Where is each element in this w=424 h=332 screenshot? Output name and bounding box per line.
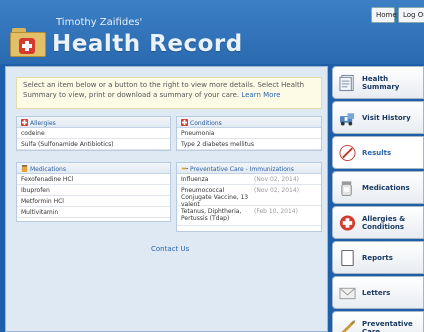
nav-label: Reports: [362, 254, 393, 262]
nav-label: Health Summary: [362, 75, 400, 91]
nav-preventative-care[interactable]: Preventative Care: [332, 311, 424, 332]
page-title: Health Record: [52, 31, 243, 57]
health-record-folder-icon: [10, 28, 46, 57]
immunization-date: (Nov 02, 2014): [254, 176, 300, 183]
list-item[interactable]: Multivitamin: [17, 207, 170, 218]
condition-icon: [181, 119, 188, 126]
intro-message: Select an item below or a button to the …: [16, 77, 322, 109]
preventive-care-box: Preventative Care - Immunizations Influe…: [176, 162, 322, 232]
summary-panel: Select an item below or a button to the …: [5, 66, 328, 332]
medications-title: Medications: [30, 166, 66, 173]
nav-label: Visit History: [362, 114, 411, 122]
list-item[interactable]: Influenza (Nov 02, 2014): [177, 174, 321, 185]
conditions-header[interactable]: Conditions: [177, 117, 321, 128]
pill-bottle-icon: [21, 165, 28, 172]
conditions-title: Conditions: [190, 120, 222, 127]
list-item[interactable]: Metformin HCl: [17, 196, 170, 207]
allergies-title: Allergies: [30, 120, 56, 127]
nav-results[interactable]: Results: [332, 136, 424, 169]
list-item[interactable]: Type 2 diabetes mellitus: [177, 139, 321, 150]
nav-label: Letters: [362, 289, 391, 297]
preventive-care-header[interactable]: Preventative Care - Immunizations: [177, 163, 321, 174]
record-owner-name: Timothy Zaifides': [56, 17, 143, 28]
nav-label: Allergies & Conditions: [362, 215, 406, 231]
allergies-box: Allergies codeine Sulfa (Sulfonamide Ant…: [16, 116, 171, 151]
immunization-name: Tetanus, Diphtheria, Pertussis (Tdap): [181, 208, 242, 222]
results-icon: [339, 144, 356, 162]
syringe-icon: [181, 167, 188, 170]
nav-label: Preventative Care: [362, 320, 413, 332]
nav-medications[interactable]: Medications: [332, 171, 424, 204]
home-button[interactable]: Home: [371, 7, 397, 23]
list-item[interactable]: Ibuprofen: [17, 185, 170, 196]
preventative-care-icon: [341, 320, 356, 332]
immunization-name: Influenza: [181, 176, 209, 183]
allergy-icon: [21, 119, 28, 126]
record-nav: Health Summary Visit History Results Med…: [332, 66, 424, 332]
list-item[interactable]: Fexofenadine HCl: [17, 174, 170, 185]
list-item[interactable]: Tetanus, Diphtheria, Pertussis (Tdap) (F…: [177, 206, 321, 226]
nav-health-summary[interactable]: Health Summary: [332, 66, 424, 99]
nav-reports[interactable]: Reports: [332, 241, 424, 274]
list-item[interactable]: Pneumonia: [177, 128, 321, 139]
nav-allergies-conditions[interactable]: Allergies & Conditions: [332, 206, 424, 239]
conditions-box: Conditions Pneumonia Type 2 diabetes mel…: [176, 116, 322, 151]
letters-icon: [339, 287, 356, 300]
list-item[interactable]: Sulfa (Sulfonamide Antibiotics): [17, 139, 170, 150]
immunization-date: (Feb 10, 2014): [254, 208, 298, 215]
nav-label: Medications: [362, 184, 410, 192]
logout-button[interactable]: Log Out: [398, 7, 424, 23]
list-item[interactable]: codeine: [17, 128, 170, 139]
nav-visit-history[interactable]: Visit History: [332, 101, 424, 134]
list-item[interactable]: Pneumococcal Conjugate Vaccine, 13 valen…: [177, 185, 321, 208]
preventive-care-title: Preventative Care - Immunizations: [190, 166, 294, 173]
nav-letters[interactable]: Letters: [332, 276, 424, 309]
reports-icon: [341, 249, 354, 267]
app-header: Timothy Zaifides' Health Record Home Log…: [0, 0, 424, 64]
medications-box: Medications Fexofenadine HCl Ibuprofen M…: [16, 162, 171, 222]
immunization-name: Pneumococcal Conjugate Vaccine, 13 valen…: [181, 187, 249, 208]
contact-us-link[interactable]: Contact Us: [151, 245, 189, 253]
allergies-icon: [339, 215, 356, 231]
visit-history-icon: [339, 113, 355, 126]
medications-header[interactable]: Medications: [17, 163, 170, 174]
immunization-date: (Nov 02, 2014): [254, 187, 300, 194]
nav-label: Results: [362, 149, 392, 157]
medications-icon: [341, 181, 352, 197]
allergies-header[interactable]: Allergies: [17, 117, 170, 128]
learn-more-link[interactable]: Learn More: [241, 91, 280, 99]
health-summary-icon: [339, 74, 354, 92]
